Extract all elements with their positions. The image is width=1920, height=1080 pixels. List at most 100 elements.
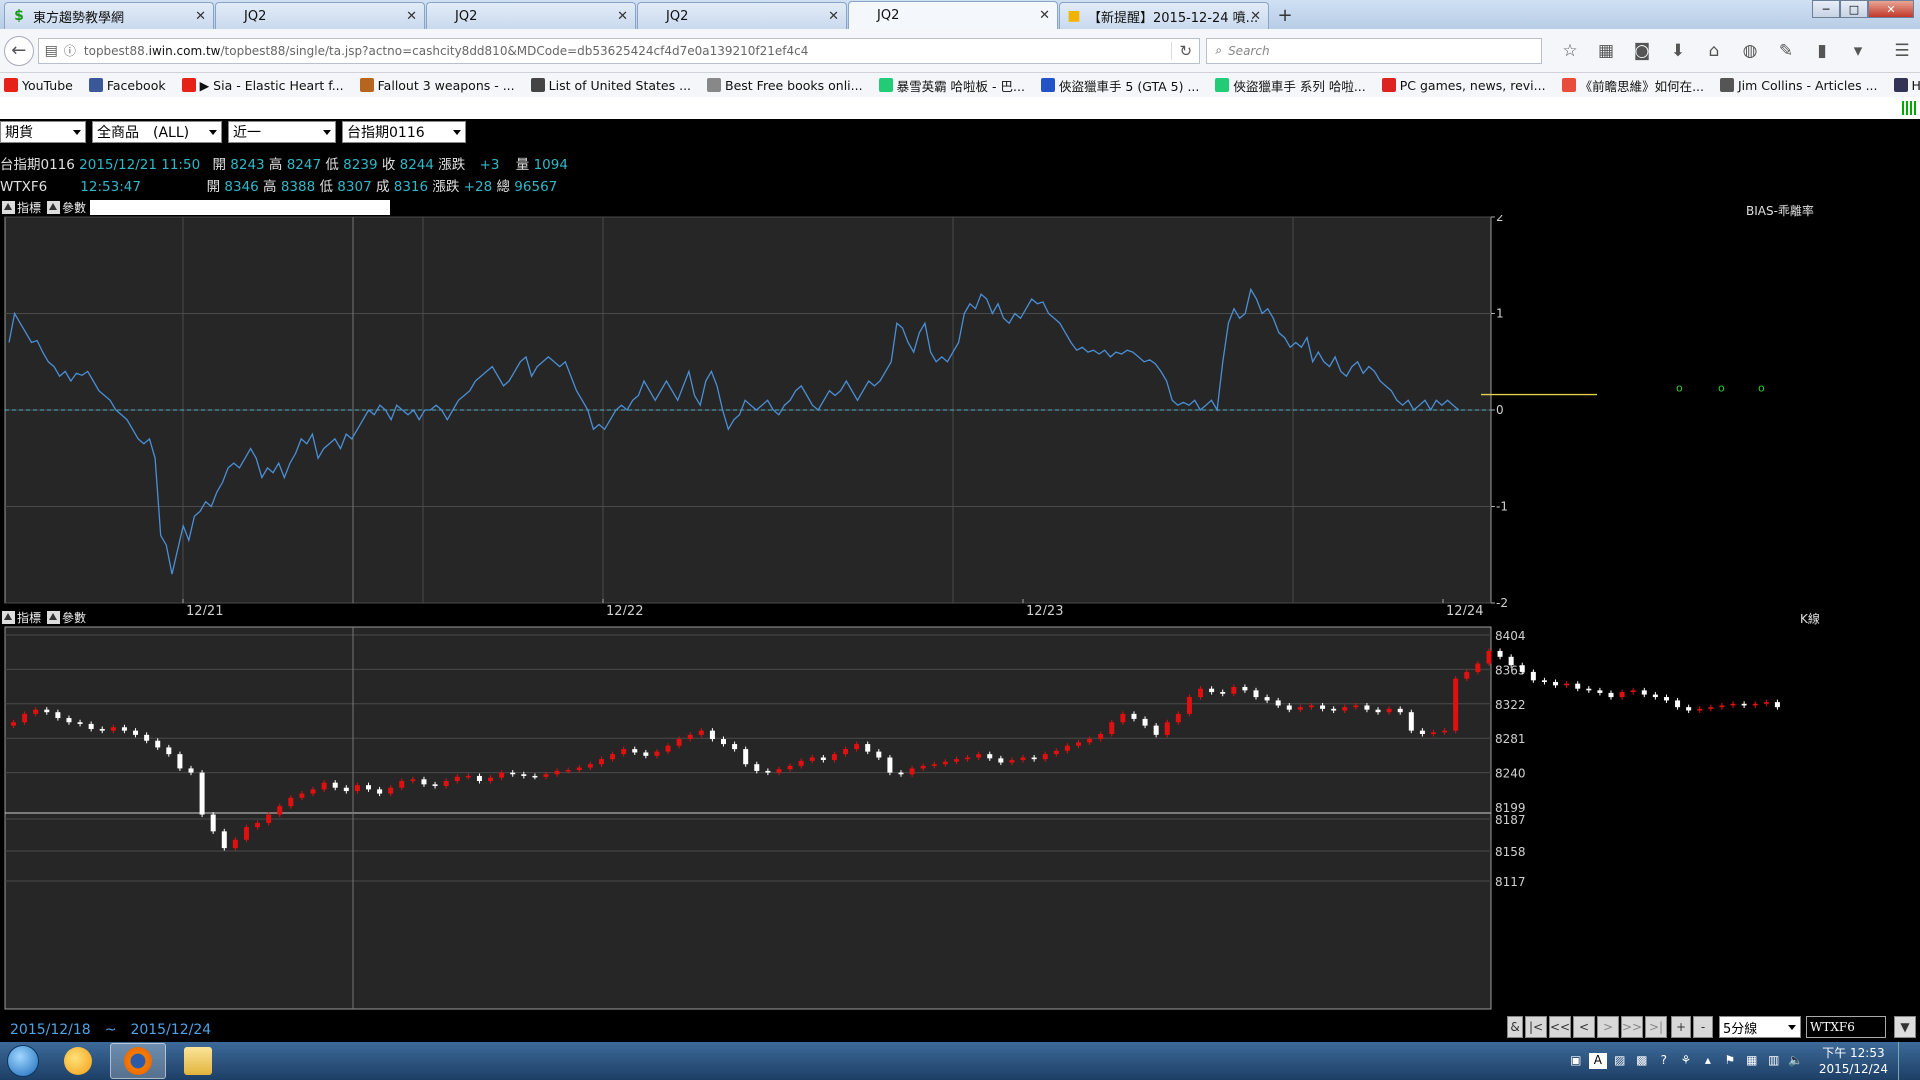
market-select[interactable]: 期貨 — [0, 121, 86, 143]
interval-select[interactable]: 5分線 — [1719, 1016, 1801, 1038]
next-button[interactable]: > — [1597, 1016, 1619, 1038]
quote-value: +28 — [463, 179, 493, 195]
system-tray: ▣ A ▨ ▩ ? ⚘ ▴ ⚑ ▦ ▥ 🔈 下午 12:53 2015/12/24 — [1567, 1042, 1920, 1080]
zoom-in-button[interactable]: + — [1671, 1016, 1691, 1038]
pocket-icon[interactable]: ◙ — [1624, 41, 1660, 61]
candle-body — [1320, 705, 1326, 709]
bookmark-item[interactable]: 暴雪英霸 哈啦板 - 巴... — [878, 76, 1025, 95]
tray-app-icon[interactable]: ⚘ — [1677, 1053, 1695, 1069]
tray-expand-icon[interactable]: ▴ — [1699, 1053, 1717, 1069]
bookmark-item[interactable]: Fallout 3 weapons - ... — [359, 77, 515, 93]
bookmark-item[interactable]: Best Free books onli... — [707, 78, 863, 93]
last-button[interactable]: >| — [1645, 1016, 1667, 1038]
param-button[interactable]: 參數 — [62, 609, 86, 626]
show-desktop-button[interactable] — [1898, 1042, 1912, 1080]
extension-icon[interactable]: ✎ — [1768, 41, 1804, 61]
back-button[interactable]: ← — [4, 35, 34, 66]
param-button[interactable]: 參數 — [62, 199, 86, 216]
search-input[interactable]: ⌕ Search — [1206, 37, 1543, 64]
symbol-input[interactable]: WTXF6 — [1806, 1016, 1886, 1038]
collapse-icon[interactable] — [2, 610, 15, 624]
bookmark-item[interactable]: ▶ Sia - Elastic Heart f... — [181, 78, 344, 93]
new-tab-button[interactable]: + — [1270, 2, 1300, 29]
close-window-icon[interactable]: ✕ — [1868, 0, 1914, 18]
candle-body — [1652, 694, 1658, 698]
zoom-out-button[interactable]: - — [1693, 1016, 1713, 1038]
close-tab-icon[interactable]: ✕ — [195, 9, 206, 24]
close-tab-icon[interactable]: ✕ — [1250, 9, 1261, 24]
volume-icon[interactable]: 🔈 — [1787, 1053, 1805, 1069]
candle-body — [1053, 750, 1059, 755]
candle-body — [1331, 708, 1337, 711]
chat-icon[interactable]: ◍ — [1732, 41, 1768, 61]
collapse-icon[interactable] — [47, 610, 61, 624]
reload-icon[interactable]: ↻ — [1171, 41, 1199, 60]
browser-tab[interactable]: JQ2 ✕ — [637, 2, 847, 29]
bookmark-item[interactable]: Heroes of the Storm ... — [1893, 78, 1920, 93]
bias-panel-header: 指標 參數 — [2, 199, 391, 216]
bookmark-label: Fallout 3 weapons - ... — [377, 77, 515, 93]
tray-app-icon[interactable]: ▦ — [1743, 1053, 1761, 1069]
taskbar-app-firefox[interactable] — [110, 1043, 166, 1079]
home-icon[interactable]: ⌂ — [1696, 41, 1732, 61]
candle-body — [299, 793, 305, 798]
download-icon[interactable]: ⬇ — [1660, 41, 1696, 61]
next-page-button[interactable]: >> — [1621, 1016, 1643, 1038]
bookmark-item[interactable]: Jim Collins - Articles ... — [1719, 78, 1878, 93]
maximize-icon[interactable]: □ — [1840, 0, 1868, 18]
prev-page-button[interactable]: << — [1549, 1016, 1571, 1038]
tray-app-icon[interactable]: ▣ — [1567, 1053, 1585, 1069]
address-bar[interactable]: ▤ ⓘ topbest88.iwin.com.tw/topbest88/sing… — [37, 37, 1201, 64]
menu-icon[interactable]: ☰ — [1884, 41, 1920, 61]
ime-icon[interactable]: A — [1588, 1053, 1607, 1069]
flag-icon[interactable]: ⚑ — [1721, 1053, 1739, 1069]
indicator-button[interactable]: 指標 — [17, 609, 41, 626]
prev-button[interactable]: < — [1573, 1016, 1595, 1038]
bookmark-item[interactable]: YouTube — [4, 78, 73, 93]
candle-body — [587, 764, 593, 768]
bookmark-item[interactable]: 俠盜獵車手 系列 哈啦... — [1215, 76, 1366, 95]
start-button[interactable] — [0, 1042, 46, 1080]
collapse-icon[interactable] — [47, 200, 61, 214]
clipboard-icon[interactable]: ▮ — [1804, 41, 1840, 61]
browser-tab[interactable]: JQ2 ✕ — [426, 2, 636, 29]
bookmark-item[interactable]: Facebook — [88, 78, 166, 93]
close-tab-icon[interactable]: ✕ — [828, 9, 839, 24]
chevron-down-icon[interactable]: ▾ — [1840, 41, 1876, 61]
amp-button[interactable]: & — [1507, 1016, 1523, 1038]
indicator-button[interactable]: 指標 — [17, 199, 41, 216]
bookmark-item[interactable]: List of United States ... — [530, 78, 691, 93]
bookmark-item[interactable]: 《前瞻思維》如何在... — [1561, 76, 1704, 95]
bookmark-item[interactable]: PC games, news, revi... — [1381, 78, 1546, 93]
bookmarks-menu-icon[interactable]: ▤ — [45, 43, 58, 59]
first-button[interactable]: |< — [1525, 1016, 1547, 1038]
taskbar-app-weather[interactable] — [50, 1043, 106, 1079]
contract-select[interactable]: 台指期0116 — [342, 121, 466, 143]
minimize-icon[interactable]: ─ — [1812, 0, 1840, 18]
period-select[interactable]: 近一 — [228, 121, 336, 143]
network-icon[interactable]: ▥ — [1765, 1053, 1783, 1069]
collapse-icon[interactable] — [2, 200, 15, 214]
candle-body — [144, 734, 150, 741]
taskbar-app-explorer[interactable] — [170, 1043, 226, 1079]
product-select[interactable]: 全商品 (ALL) — [92, 121, 222, 143]
tray-app-icon[interactable]: ▨ — [1611, 1053, 1629, 1069]
bookmark-star-icon[interactable]: ☆ — [1552, 41, 1588, 61]
browser-tab[interactable]: JQ2 ✕ — [215, 2, 425, 29]
browser-tab[interactable]: JQ2 ✕ — [848, 1, 1058, 29]
bookmark-item[interactable]: 俠盜獵車手 5 (GTA 5) ... — [1040, 76, 1199, 95]
close-tab-icon[interactable]: ✕ — [1039, 8, 1050, 23]
chevron-down-icon[interactable]: ▼ — [1894, 1016, 1916, 1038]
close-tab-icon[interactable]: ✕ — [406, 9, 417, 24]
quote-value: 8346 — [224, 179, 259, 195]
help-icon[interactable]: ? — [1655, 1053, 1673, 1069]
clock[interactable]: 下午 12:53 2015/12/24 — [1819, 1045, 1888, 1077]
reading-list-icon[interactable]: ▦ — [1588, 41, 1624, 61]
browser-tab[interactable]: $ 東方趨勢教學網 ✕ — [4, 2, 214, 29]
close-tab-icon[interactable]: ✕ — [617, 9, 628, 24]
param-input[interactable] — [90, 199, 391, 215]
browser-tab[interactable]: ■ 【新提醒】2015-12-24 噴... ✕ — [1059, 2, 1269, 29]
candle-body — [66, 718, 72, 723]
tray-app-icon[interactable]: ▩ — [1633, 1053, 1651, 1069]
site-info-icon[interactable]: ⓘ — [64, 42, 76, 59]
